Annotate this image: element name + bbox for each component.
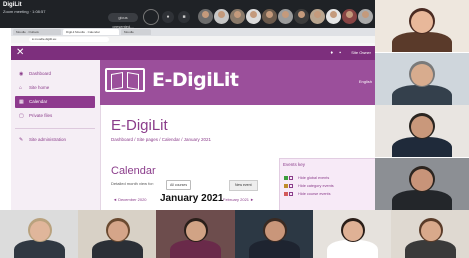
bell-icon[interactable]: ♦ xyxy=(330,50,333,56)
person-face xyxy=(411,116,433,138)
participant-thumbnail[interactable] xyxy=(278,9,293,24)
video-tile[interactable] xyxy=(0,210,79,258)
person-face xyxy=(30,221,50,241)
course-select[interactable]: All courses xyxy=(166,180,192,190)
person-body xyxy=(392,84,452,105)
page-title: E-DigiLit xyxy=(111,117,168,134)
language-menu[interactable]: English xyxy=(359,79,372,84)
participant-thumbnail[interactable] xyxy=(310,9,325,24)
course-event-swatch xyxy=(284,192,288,196)
person-body xyxy=(405,240,456,258)
person-face xyxy=(108,221,128,241)
person-body xyxy=(249,240,300,258)
participant-thumbnail[interactable] xyxy=(230,9,245,24)
sidebar-item-dashboard[interactable]: ◉ Dashboard xyxy=(15,68,95,80)
book-logo-icon xyxy=(105,68,145,92)
chat-icon[interactable]: ▪ xyxy=(339,50,341,56)
moodle-navbar: ✕ ♦ ▪ Site Owner xyxy=(11,46,375,60)
browser-tab-active[interactable]: DigiLit Moodle · Calendar xyxy=(63,29,119,35)
person-face xyxy=(411,11,433,33)
person-face xyxy=(411,63,433,86)
presenter-pill[interactable]: gicus presented... xyxy=(108,13,138,29)
eye-icon xyxy=(289,192,293,196)
hide-global-events-link[interactable]: Hide global events xyxy=(284,175,329,181)
participant-thumbnail[interactable] xyxy=(294,9,309,24)
meeting-title: DigiLit Zoom meeting · 1:08:57 xyxy=(3,2,46,14)
person-face xyxy=(186,221,206,241)
calendar-heading: Calendar xyxy=(111,165,156,177)
hide-category-events-link[interactable]: Hide category events xyxy=(284,183,334,189)
participant-thumbnail[interactable] xyxy=(342,9,357,24)
video-tile[interactable] xyxy=(313,210,392,258)
meeting-top-bar: DigiLit Zoom meeting · 1:08:57 gicus pres… xyxy=(0,0,375,29)
prev-month-link[interactable]: ◄ December 2020 xyxy=(113,197,147,202)
person-face xyxy=(343,221,363,241)
video-tile[interactable] xyxy=(391,210,469,258)
person-body xyxy=(92,240,143,258)
sidebar-item-site-administration[interactable]: ✎ Site administration xyxy=(15,134,95,146)
calendar-icon: ▦ xyxy=(19,99,24,105)
video-tile[interactable] xyxy=(375,157,469,210)
divider xyxy=(15,128,95,129)
next-month-link[interactable]: February 2021 ► xyxy=(223,197,254,202)
events-key-heading: Events key xyxy=(283,162,306,167)
home-icon: ⌂ xyxy=(19,85,23,91)
browser-tab-strip: Moodle · Outlook DigiLit Moodle · Calend… xyxy=(11,28,375,36)
month-navigation: ◄ December 2020 January 2021 February 20… xyxy=(100,193,275,206)
video-tile[interactable] xyxy=(156,210,235,258)
participant-thumbnail[interactable] xyxy=(246,9,261,24)
category-event-swatch xyxy=(284,184,288,188)
browser-tab[interactable]: Moodle xyxy=(121,29,151,35)
events-key-block: Events key Hide global events Hide categ… xyxy=(279,158,377,212)
sidebar-item-site-home[interactable]: ⌂ Site home xyxy=(15,82,95,94)
sidebar-item-label: Site administration xyxy=(29,137,67,142)
participant-thumbnail[interactable] xyxy=(262,9,277,24)
person-face xyxy=(265,221,285,241)
sidebar-item-label: Dashboard xyxy=(29,71,52,76)
person-body xyxy=(170,240,221,258)
video-tile[interactable] xyxy=(375,105,469,157)
sidebar-item-calendar[interactable]: ▦ Calendar xyxy=(15,96,95,108)
record-button[interactable] xyxy=(143,9,159,25)
eye-icon xyxy=(289,176,293,180)
current-month: January 2021 xyxy=(160,193,224,204)
browser-tab[interactable]: Moodle · Outlook xyxy=(13,29,61,35)
video-tile[interactable] xyxy=(375,52,469,105)
person-body xyxy=(392,137,452,157)
participant-thumbnail[interactable] xyxy=(358,9,373,24)
person-body xyxy=(392,189,452,210)
sidebar-item-label: Private files xyxy=(29,113,53,118)
hide-course-events-link[interactable]: Hide course events xyxy=(284,191,331,197)
close-drawer-icon[interactable]: ✕ xyxy=(16,47,24,59)
person-body xyxy=(14,240,65,258)
person-body xyxy=(392,32,452,52)
camera-icon[interactable]: ■ xyxy=(178,11,190,23)
participant-thumbnail[interactable] xyxy=(214,9,229,24)
eye-icon xyxy=(289,184,293,188)
detailed-view-label: Detailed month view for: xyxy=(111,181,154,186)
dashboard-icon: ◉ xyxy=(19,71,24,77)
sidebar-item-label: Site home xyxy=(29,85,50,90)
site-banner: E-DigiLit English xyxy=(100,60,375,105)
new-event-button[interactable]: New event xyxy=(229,180,258,191)
participant-thumbnail[interactable] xyxy=(198,9,213,24)
person-face xyxy=(421,221,441,241)
participant-thumbnail[interactable] xyxy=(326,9,341,24)
brand-logo-text: E-DigiLit xyxy=(152,69,239,91)
url-input[interactable]: ● moodle.digilit.eu xyxy=(29,37,109,42)
video-tile[interactable] xyxy=(235,210,314,258)
sidebar-item-label: Calendar xyxy=(29,99,48,104)
person-body xyxy=(327,240,378,258)
sidebar-item-private-files[interactable]: ▢ Private files xyxy=(15,110,95,122)
file-icon: ▢ xyxy=(19,113,24,119)
nav-drawer: ◉ Dashboard ⌂ Site home ▦ Calendar ▢ Pri… xyxy=(11,60,101,210)
video-tile[interactable] xyxy=(78,210,157,258)
video-tile[interactable] xyxy=(375,0,469,52)
user-menu[interactable]: Site Owner xyxy=(351,49,371,56)
global-event-swatch xyxy=(284,176,288,180)
mic-icon[interactable]: ● xyxy=(162,11,174,23)
breadcrumb[interactable]: Dashboard / Site pages / Calendar / Janu… xyxy=(111,137,211,142)
wrench-icon: ✎ xyxy=(19,137,24,143)
person-face xyxy=(411,168,433,191)
